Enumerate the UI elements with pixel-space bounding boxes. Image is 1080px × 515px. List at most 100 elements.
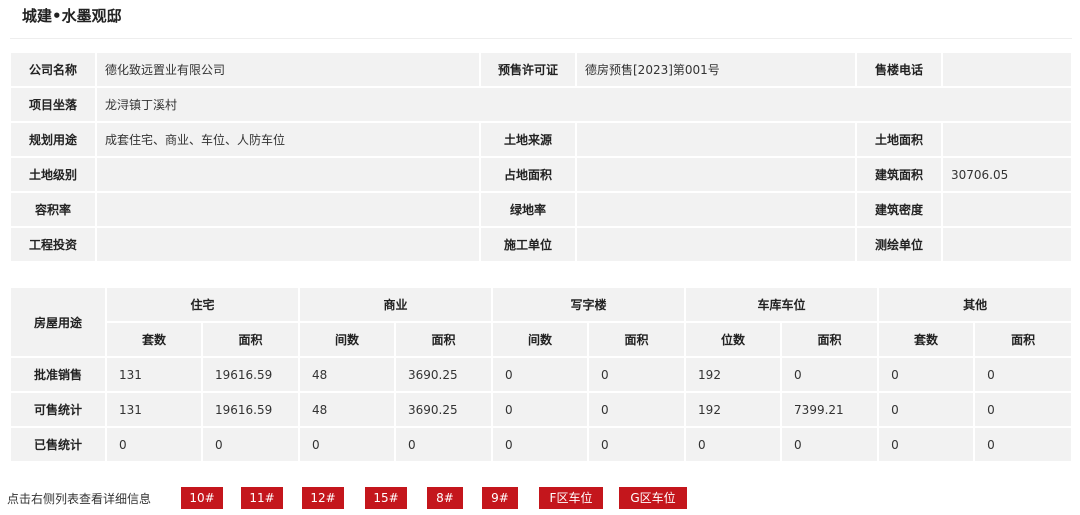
column-header: 面积 xyxy=(394,321,494,358)
plot-ratio-label: 容积率 xyxy=(9,191,97,228)
table-cell: 3690.25 xyxy=(394,356,494,393)
title-divider xyxy=(10,38,1072,39)
table-cell: 19616.59 xyxy=(200,391,301,428)
table-row: 容积率 绿地率 建筑密度 xyxy=(9,191,1073,228)
group-header-office: 写字楼 xyxy=(491,286,687,323)
plot-ratio-value xyxy=(95,191,481,228)
table-row: 公司名称 德化致远置业有限公司 预售许可证 德房预售[2023]第001号 售楼… xyxy=(9,51,1073,88)
table-cell: 0 xyxy=(491,426,590,463)
building-area-label: 建筑面积 xyxy=(855,156,943,193)
land-source-label: 土地来源 xyxy=(479,121,577,158)
column-header: 面积 xyxy=(200,321,301,358)
table-cell: 0 xyxy=(587,426,687,463)
table-cell: 0 xyxy=(105,426,203,463)
table-cell: 0 xyxy=(780,426,880,463)
building-15-button[interactable]: 15# xyxy=(365,487,407,509)
table-row: 规划用途 成套住宅、商业、车位、人防车位 土地来源 土地面积 xyxy=(9,121,1073,158)
location-value: 龙浔镇丁溪村 xyxy=(95,86,1073,123)
table-cell: 0 xyxy=(877,356,976,393)
group-header-parking: 车库车位 xyxy=(684,286,880,323)
building-9-button[interactable]: 9# xyxy=(482,487,518,509)
table-row: 项目坐落 龙浔镇丁溪村 xyxy=(9,86,1073,123)
land-source-value xyxy=(575,121,857,158)
group-header-commercial: 商业 xyxy=(298,286,494,323)
building-8-button[interactable]: 8# xyxy=(427,487,463,509)
column-header: 套数 xyxy=(877,321,976,358)
sales-stats-table: 房屋用途 住宅 商业 写字楼 车库车位 其他 套数 面积 间数 面积 间数 面积… xyxy=(9,286,1074,463)
building-density-label: 建筑密度 xyxy=(855,191,943,228)
land-area-value xyxy=(941,121,1073,158)
table-cell: 0 xyxy=(780,356,880,393)
table-cell: 131 xyxy=(105,356,203,393)
zone-g-parking-button[interactable]: G区车位 xyxy=(619,487,687,509)
table-cell: 0 xyxy=(877,426,976,463)
table-row: 已售统计 0 0 0 0 0 0 0 0 0 0 xyxy=(9,426,1074,463)
table-cell: 0 xyxy=(298,426,397,463)
table-cell: 192 xyxy=(684,356,783,393)
table-row: 可售统计 131 19616.59 48 3690.25 0 0 192 739… xyxy=(9,391,1074,428)
column-header: 间数 xyxy=(298,321,397,358)
column-header: 面积 xyxy=(587,321,687,358)
occupied-area-value xyxy=(575,156,857,193)
green-ratio-value xyxy=(575,191,857,228)
permit-value: 德房预售[2023]第001号 xyxy=(575,51,857,88)
company-value: 德化致远置业有限公司 xyxy=(95,51,481,88)
company-label: 公司名称 xyxy=(9,51,97,88)
table-cell: 0 xyxy=(877,391,976,428)
table-cell: 0 xyxy=(973,356,1074,393)
row-label-available: 可售统计 xyxy=(9,391,107,428)
table-row: 批准销售 131 19616.59 48 3690.25 0 0 192 0 0… xyxy=(9,356,1074,393)
green-ratio-label: 绿地率 xyxy=(479,191,577,228)
building-area-value: 30706.05 xyxy=(941,156,1073,193)
occupied-area-label: 占地面积 xyxy=(479,156,577,193)
building-12-button[interactable]: 12# xyxy=(302,487,344,509)
usage-label: 规划用途 xyxy=(9,121,97,158)
building-density-value xyxy=(941,191,1073,228)
table-cell: 19616.59 xyxy=(200,356,301,393)
row-label-approved: 批准销售 xyxy=(9,356,107,393)
construction-value xyxy=(575,226,857,263)
table-cell: 0 xyxy=(200,426,301,463)
table-header-row: 房屋用途 住宅 商业 写字楼 车库车位 其他 xyxy=(9,286,1074,358)
table-cell: 0 xyxy=(973,426,1074,463)
table-subheader-row: 套数 面积 间数 面积 间数 面积 位数 面积 套数 面积 xyxy=(10,321,1074,358)
phone-label: 售楼电话 xyxy=(855,51,943,88)
table-cell: 3690.25 xyxy=(394,391,494,428)
project-info-table: 公司名称 德化致远置业有限公司 预售许可证 德房预售[2023]第001号 售楼… xyxy=(9,51,1073,263)
group-header-other: 其他 xyxy=(877,286,1074,323)
land-grade-label: 土地级别 xyxy=(9,156,97,193)
building-10-button[interactable]: 10# xyxy=(181,487,223,509)
group-header-residential: 住宅 xyxy=(104,286,301,323)
usage-header: 房屋用途 xyxy=(9,286,107,358)
location-label: 项目坐落 xyxy=(9,86,97,123)
usage-value: 成套住宅、商业、车位、人防车位 xyxy=(95,121,481,158)
table-row: 土地级别 占地面积 建筑面积 30706.05 xyxy=(9,156,1073,193)
row-label-sold: 已售统计 xyxy=(9,426,107,463)
table-cell: 0 xyxy=(491,391,590,428)
table-cell: 7399.21 xyxy=(780,391,880,428)
land-grade-value xyxy=(95,156,481,193)
construction-label: 施工单位 xyxy=(479,226,577,263)
building-11-button[interactable]: 11# xyxy=(241,487,283,509)
land-area-label: 土地面积 xyxy=(855,121,943,158)
phone-value xyxy=(941,51,1073,88)
table-cell: 0 xyxy=(491,356,590,393)
table-cell: 192 xyxy=(684,391,783,428)
table-cell: 48 xyxy=(298,391,397,428)
zone-f-parking-button[interactable]: F区车位 xyxy=(539,487,603,509)
detail-hint-text: 点击右侧列表查看详细信息 xyxy=(7,492,152,506)
table-row: 工程投资 施工单位 测绘单位 xyxy=(9,226,1073,263)
page-title: 城建•水墨观邸 xyxy=(22,7,122,25)
column-header: 套数 xyxy=(105,321,203,358)
table-cell: 0 xyxy=(684,426,783,463)
survey-label: 测绘单位 xyxy=(855,226,943,263)
column-header: 面积 xyxy=(973,321,1074,358)
table-cell: 48 xyxy=(298,356,397,393)
column-header: 面积 xyxy=(780,321,880,358)
table-cell: 0 xyxy=(394,426,494,463)
investment-label: 工程投资 xyxy=(9,226,97,263)
table-cell: 0 xyxy=(587,391,687,428)
permit-label: 预售许可证 xyxy=(479,51,577,88)
investment-value xyxy=(95,226,481,263)
survey-value xyxy=(941,226,1073,263)
